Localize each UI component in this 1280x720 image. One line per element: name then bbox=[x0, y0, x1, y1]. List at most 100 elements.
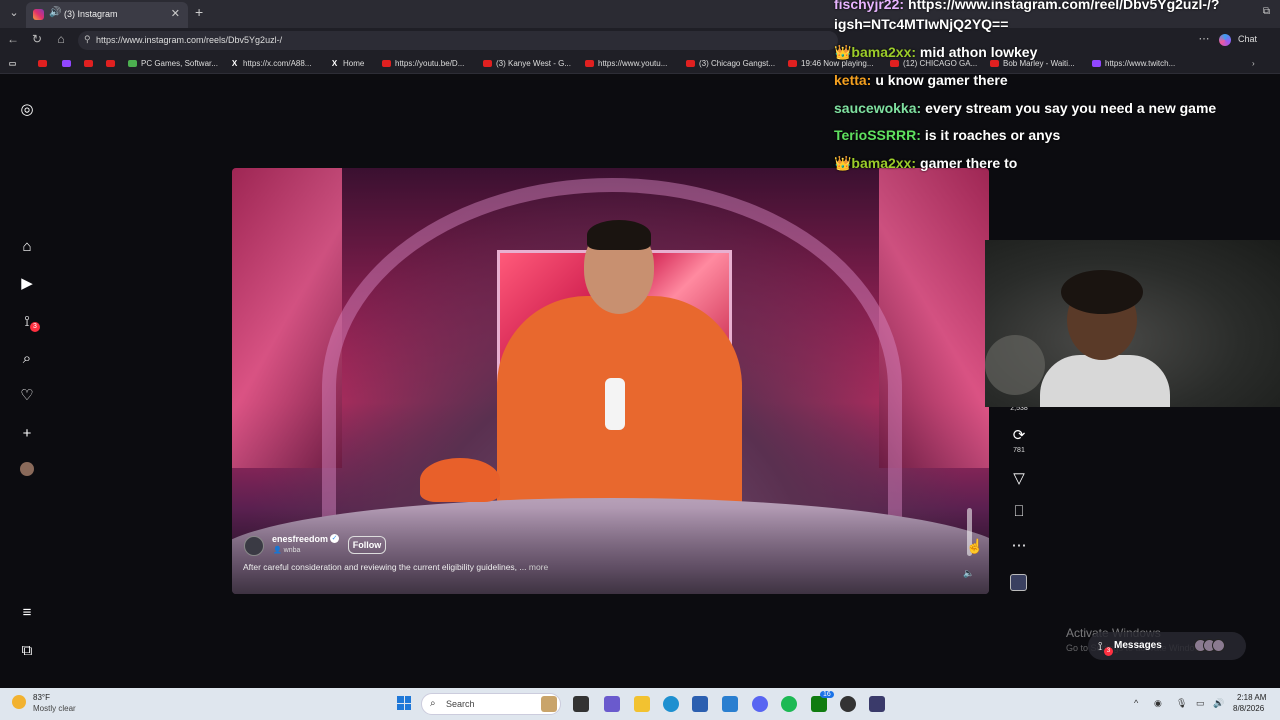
chat-message: fischyjr22: https://www.instagram.com/ree… bbox=[834, 0, 1220, 12]
weather-description[interactable]: Mostly clear bbox=[33, 704, 76, 713]
address-url[interactable]: https://www.instagram.com/reels/Dbv5Yg2u… bbox=[96, 35, 282, 45]
new-tab-plus-icon[interactable]: + bbox=[195, 4, 203, 20]
wnba-logo-icon bbox=[605, 378, 625, 430]
instagram-logo-icon[interactable]: ◎ bbox=[17, 100, 37, 120]
author-collab[interactable]: 👤 wnba bbox=[273, 546, 300, 554]
messages-icon: ⟟ bbox=[1098, 639, 1103, 653]
background-fan bbox=[985, 335, 1045, 395]
notifications-heart-icon[interactable]: ♡ bbox=[17, 386, 37, 406]
messages-panel-button[interactable]: ⟟ 3 Messages bbox=[1088, 632, 1246, 660]
tray-app-icon[interactable]: ◉ bbox=[1154, 698, 1162, 709]
verified-badge-icon: ✓ bbox=[330, 534, 339, 543]
hand-cursor-icon: ☝ bbox=[966, 538, 984, 554]
home-icon[interactable]: ⌂ bbox=[17, 237, 37, 257]
bookmark-youtube-4[interactable]: https://www.youtu... bbox=[585, 57, 667, 70]
tray-overflow-chevron-icon[interactable]: ^ bbox=[1134, 698, 1138, 708]
profile-avatar[interactable] bbox=[17, 462, 37, 482]
microphone-icon[interactable]: 🎙 bbox=[1176, 698, 1187, 709]
cat-widget-icon[interactable] bbox=[541, 696, 557, 712]
bookmark-youtube-1[interactable] bbox=[38, 57, 47, 70]
reel-caption: After careful consideration and reviewin… bbox=[243, 562, 549, 572]
xbox-icon[interactable] bbox=[811, 696, 827, 712]
discord-icon[interactable] bbox=[752, 696, 768, 712]
chat-message: saucewokka: every stream you say you need… bbox=[834, 100, 1217, 116]
app-icon[interactable] bbox=[840, 696, 856, 712]
chat-message: ketta: u know gamer there bbox=[834, 72, 1008, 88]
orange-cap bbox=[420, 458, 500, 502]
app-icon[interactable] bbox=[604, 696, 620, 712]
bookmark-pc-games[interactable]: PC Games, Softwar... bbox=[128, 57, 218, 70]
task-view-icon[interactable] bbox=[573, 696, 589, 712]
video-overlay-gradient bbox=[232, 508, 989, 594]
bookmarks-menu-icon[interactable]: ▭ bbox=[8, 57, 17, 70]
weather-temp[interactable]: 83°F bbox=[33, 693, 50, 702]
presenter-hair bbox=[587, 220, 651, 250]
author-avatar[interactable] bbox=[244, 536, 264, 556]
volume-icon[interactable]: 🔊 bbox=[1213, 698, 1224, 709]
create-plus-icon[interactable]: + bbox=[17, 424, 37, 444]
spotify-icon[interactable] bbox=[781, 696, 797, 712]
bookmark-kanye[interactable]: (3) Kanye West - G... bbox=[483, 57, 571, 70]
also-from-meta-icon[interactable]: ⧉ bbox=[17, 641, 37, 661]
bookmark-x-1[interactable]: Xhttps://x.com/A88... bbox=[230, 57, 312, 70]
messages-avatars bbox=[1194, 639, 1234, 653]
reels-icon[interactable]: ▶ bbox=[17, 274, 37, 294]
chat-message: 👑bama2xx: mid athon lowkey bbox=[834, 44, 1038, 60]
bookmark-twitch-1[interactable] bbox=[62, 57, 71, 70]
youtube-icon bbox=[84, 60, 93, 67]
back-arrow-icon[interactable]: ← bbox=[5, 32, 21, 46]
edge-browser-icon[interactable] bbox=[663, 696, 679, 712]
streamer-hair bbox=[1061, 270, 1143, 314]
tab-close-icon[interactable]: ✕ bbox=[171, 7, 180, 20]
repost-icon[interactable]: ⟳ bbox=[1008, 426, 1030, 444]
caption-more-link[interactable]: more bbox=[529, 562, 548, 572]
tab-actions-chevron-icon[interactable]: ⌄ bbox=[6, 5, 22, 21]
instagram-favicon-icon bbox=[33, 9, 44, 20]
store-icon[interactable] bbox=[692, 696, 708, 712]
messages-badge: 3 bbox=[30, 322, 40, 332]
clock-time[interactable]: 2:18 AM bbox=[1237, 693, 1266, 702]
address-bar[interactable]: ⚲ https://www.instagram.com/reels/Dbv5Yg… bbox=[78, 31, 838, 50]
chat-message: TerioSSRRR: is it roaches or anys bbox=[834, 127, 1061, 143]
reposts-count: 781 bbox=[1013, 447, 1025, 454]
browser-tab-instagram[interactable]: 🔊 (3) Instagram ✕ bbox=[26, 2, 188, 28]
weather-moon-icon[interactable] bbox=[12, 695, 26, 709]
author-name[interactable]: enesfreedom bbox=[272, 534, 328, 544]
bookmark-youtube-2[interactable] bbox=[84, 57, 93, 70]
start-windows-icon[interactable] bbox=[397, 696, 411, 710]
taskbar-search[interactable]: ⌕ Search bbox=[421, 693, 561, 715]
x-logo-icon: X bbox=[231, 59, 238, 68]
youtube-icon bbox=[585, 60, 594, 67]
clock-date[interactable]: 8/8/2026 bbox=[1233, 704, 1264, 713]
more-options-icon[interactable]: ⋯ bbox=[1008, 536, 1030, 554]
bookmark-x-home[interactable]: X Home bbox=[330, 57, 365, 70]
obs-icon[interactable] bbox=[869, 696, 885, 712]
more-menu-icon[interactable]: ≡ bbox=[17, 603, 37, 623]
original-audio-thumbnail[interactable] bbox=[1010, 574, 1027, 591]
tab-audio-icon[interactable]: 🔊 bbox=[49, 7, 61, 18]
bookmark-chicago-1[interactable]: (3) Chicago Gangst... bbox=[686, 57, 775, 70]
site-info-icon[interactable]: ⚲ bbox=[84, 34, 91, 45]
volume-icon[interactable]: 🔈 bbox=[963, 568, 974, 579]
streamer-shirt bbox=[1040, 355, 1170, 407]
share-icon[interactable]: ▽ bbox=[1008, 469, 1030, 487]
youtube-icon bbox=[38, 60, 47, 67]
outlook-icon[interactable] bbox=[722, 696, 738, 712]
youtube-icon bbox=[686, 60, 695, 67]
reload-icon[interactable]: ↻ bbox=[29, 32, 45, 46]
tab-title: (3) Instagram bbox=[64, 9, 118, 19]
file-explorer-icon[interactable] bbox=[634, 696, 650, 712]
reel-video[interactable] bbox=[232, 168, 989, 594]
save-bookmark-icon[interactable]: ⎕ bbox=[1008, 503, 1030, 520]
bookmark-youtu-be[interactable]: https://youtu.be/D... bbox=[382, 57, 464, 70]
home-icon[interactable]: ⌂ bbox=[53, 32, 69, 46]
bookmark-youtube-3[interactable] bbox=[106, 57, 115, 70]
search-icon[interactable]: ⌕ bbox=[17, 349, 37, 369]
twitch-icon bbox=[62, 60, 71, 67]
chat-message: 👑bama2xx: gamer there to bbox=[834, 155, 1018, 171]
windows-taskbar: 83°F Mostly clear ⌕ Search 16 ^ ◉ 🎙 ▭ 🔊 … bbox=[0, 688, 1280, 720]
chat-message: igsh=NTc4MTIwNjQ2YQ== bbox=[834, 16, 1009, 32]
stream-chat-overlay: fischyjr22: https://www.instagram.com/ree… bbox=[834, 0, 1280, 176]
network-icon[interactable]: ▭ bbox=[1196, 698, 1205, 709]
follow-button[interactable]: Follow bbox=[348, 536, 386, 554]
